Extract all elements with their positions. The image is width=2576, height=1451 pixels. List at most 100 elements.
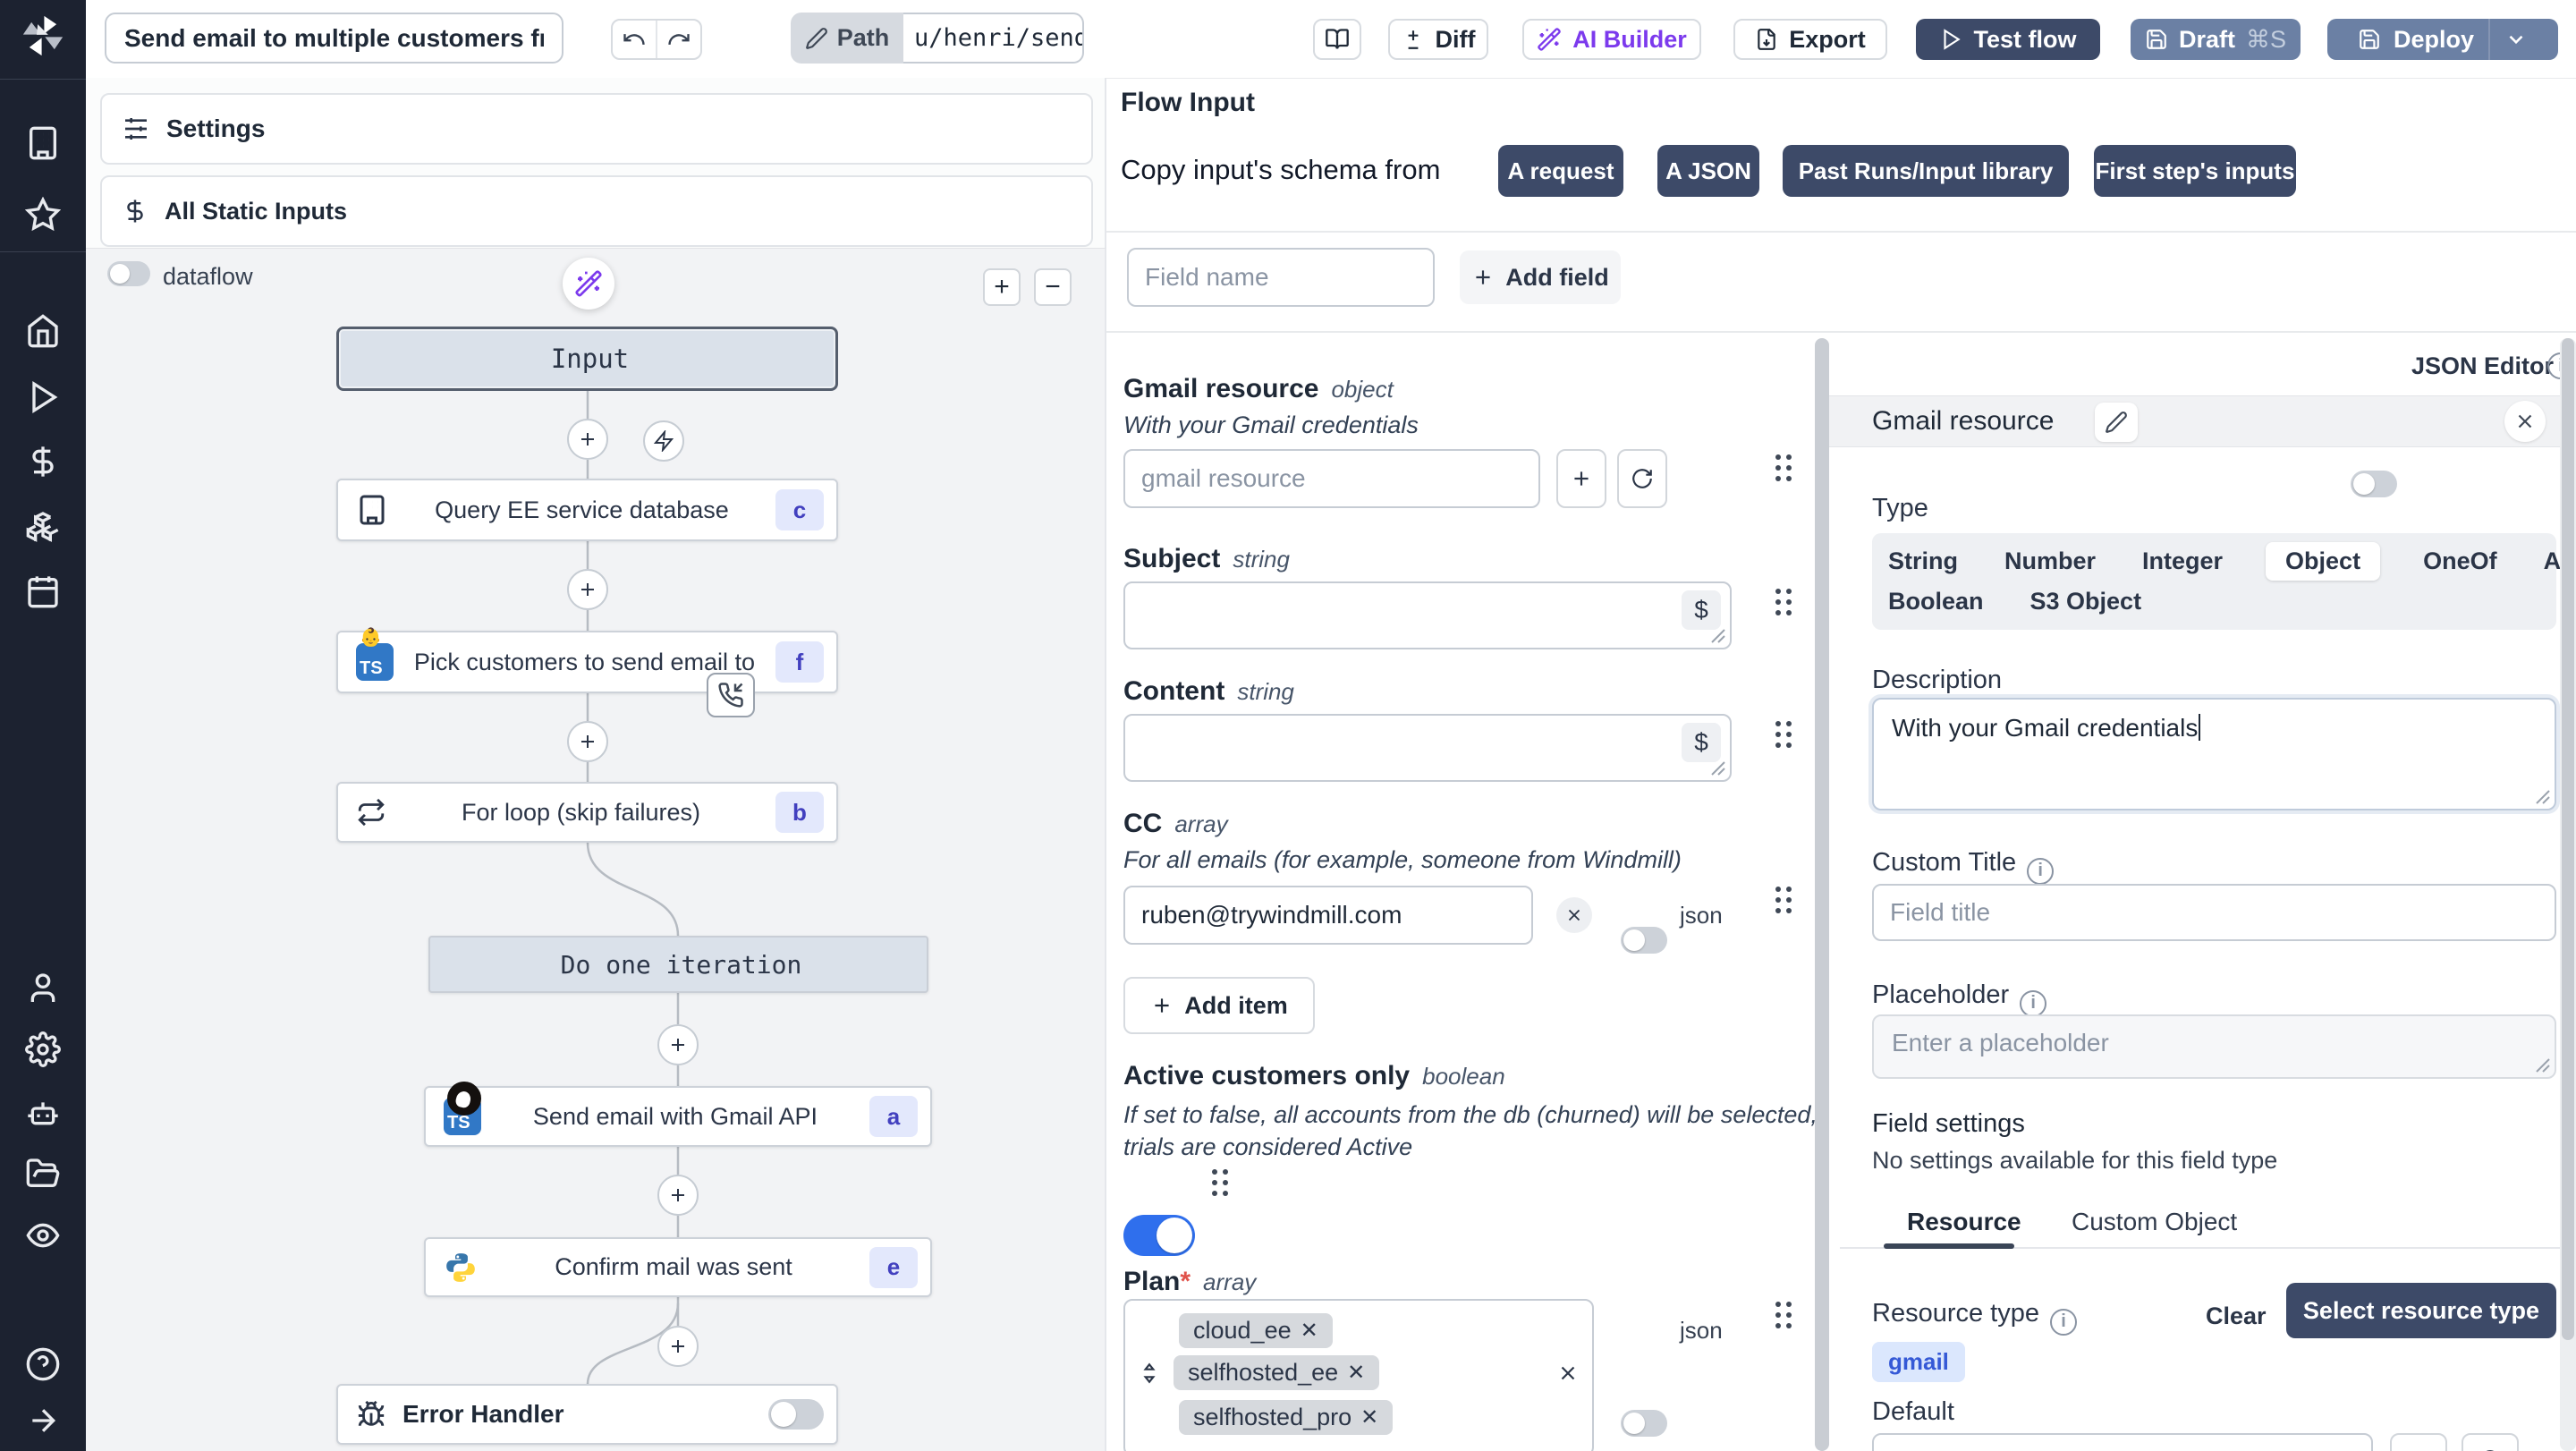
favorites-star-icon[interactable] bbox=[25, 197, 61, 233]
plan-json-toggle[interactable] bbox=[1621, 1410, 1667, 1437]
resize-handle[interactable] bbox=[1711, 761, 1725, 776]
edit-title-button[interactable] bbox=[2095, 403, 2138, 442]
all-static-inputs-row[interactable]: All Static Inputs bbox=[100, 175, 1093, 247]
sort-handle-icon[interactable] bbox=[1138, 1360, 1161, 1387]
audit-eye-icon[interactable] bbox=[25, 1218, 61, 1253]
error-handler-toggle[interactable] bbox=[768, 1399, 824, 1430]
cc-json-toggle[interactable] bbox=[1621, 927, 1667, 954]
node-input[interactable]: Input bbox=[336, 327, 838, 391]
settings-gear-icon[interactable] bbox=[25, 1031, 61, 1067]
add-step-button[interactable] bbox=[657, 1175, 699, 1216]
path-input[interactable] bbox=[903, 13, 1084, 64]
flow-settings-row[interactable]: Settings bbox=[100, 93, 1093, 165]
drag-handle-icon[interactable] bbox=[1773, 1299, 1794, 1331]
draft-button[interactable]: Draft ⌘S bbox=[2131, 19, 2301, 60]
folders-icon[interactable] bbox=[25, 1156, 61, 1192]
workspace-icon[interactable] bbox=[25, 125, 61, 161]
node-pick-customers[interactable]: TS 👶 Pick customers to send email to f bbox=[336, 631, 838, 693]
redo-button[interactable] bbox=[657, 21, 700, 58]
node-for-loop[interactable]: For loop (skip failures) b bbox=[336, 782, 838, 843]
add-step-button[interactable] bbox=[657, 1024, 699, 1065]
tag-pill[interactable]: cloud_ee✕ bbox=[1179, 1313, 1333, 1348]
resources-icon[interactable] bbox=[25, 509, 61, 545]
phone-incoming-icon[interactable] bbox=[707, 673, 755, 717]
add-item-button[interactable]: Add item bbox=[1123, 977, 1315, 1034]
plan-tags-box[interactable]: cloud_ee✕ selfhosted_ee✕ selfhosted_pro✕ bbox=[1123, 1299, 1594, 1451]
type-option-number[interactable]: Number bbox=[2001, 542, 2099, 581]
description-textarea[interactable]: With your Gmail credentials bbox=[1872, 698, 2556, 810]
remove-tag-icon[interactable]: ✕ bbox=[1347, 1360, 1365, 1386]
users-icon[interactable] bbox=[25, 971, 61, 1006]
drag-handle-icon[interactable] bbox=[1773, 718, 1794, 751]
drag-handle-icon[interactable] bbox=[1209, 1167, 1231, 1199]
default-value-input[interactable] bbox=[1872, 1433, 2373, 1451]
node-do-one-iteration[interactable]: Do one iteration bbox=[428, 936, 928, 993]
export-button[interactable]: Export bbox=[1733, 19, 1887, 60]
test-flow-button[interactable]: Test flow bbox=[1916, 19, 2100, 60]
ai-builder-button[interactable]: AI Builder bbox=[1522, 19, 1701, 60]
type-option-string[interactable]: String bbox=[1885, 542, 1962, 581]
placeholder-textarea[interactable]: Enter a placeholder bbox=[1872, 1014, 2556, 1079]
field-name-input[interactable] bbox=[1127, 248, 1435, 307]
trigger-button[interactable] bbox=[643, 420, 684, 462]
home-icon[interactable] bbox=[25, 313, 61, 349]
variables-icon[interactable] bbox=[25, 444, 61, 479]
copy-from-past-runs-button[interactable]: Past Runs/Input library bbox=[1783, 145, 2069, 197]
refresh-resource-button[interactable] bbox=[1617, 449, 1667, 508]
add-field-button[interactable]: Add field bbox=[1460, 250, 1621, 304]
help-icon[interactable] bbox=[25, 1346, 61, 1382]
add-step-button[interactable] bbox=[567, 419, 608, 460]
resize-handle[interactable] bbox=[2536, 790, 2550, 804]
cc-item-input[interactable] bbox=[1123, 886, 1533, 945]
tab-resource[interactable]: Resource bbox=[1907, 1208, 2021, 1236]
clear-array-icon[interactable] bbox=[1556, 1362, 1580, 1385]
drag-handle-icon[interactable] bbox=[1773, 452, 1794, 484]
type-option-boolean[interactable]: Boolean bbox=[1885, 582, 1987, 621]
form-scrollbar[interactable] bbox=[1815, 338, 1829, 1451]
resize-handle[interactable] bbox=[2536, 1058, 2550, 1073]
node-error-handler[interactable]: Error Handler bbox=[336, 1384, 838, 1445]
close-editor-button[interactable] bbox=[2504, 401, 2546, 442]
subject-textarea[interactable]: $ bbox=[1123, 581, 1732, 649]
type-option-oneof[interactable]: OneOf bbox=[2419, 542, 2501, 581]
expand-arrow-icon[interactable] bbox=[25, 1403, 61, 1438]
tab-custom-object[interactable]: Custom Object bbox=[2072, 1208, 2237, 1236]
remove-tag-icon[interactable]: ✕ bbox=[1360, 1404, 1378, 1430]
insert-variable-button[interactable]: $ bbox=[1682, 590, 1721, 630]
runs-icon[interactable] bbox=[25, 379, 61, 415]
copy-from-json-button[interactable]: A JSON bbox=[1657, 145, 1759, 197]
node-confirm-mail[interactable]: Confirm mail was sent e bbox=[424, 1237, 932, 1297]
deploy-button[interactable]: Deploy bbox=[2327, 19, 2558, 60]
info-icon[interactable]: i bbox=[2050, 1309, 2077, 1336]
diff-button[interactable]: Diff bbox=[1388, 19, 1488, 60]
workers-bot-icon[interactable] bbox=[25, 1095, 61, 1131]
add-step-button[interactable] bbox=[567, 569, 608, 610]
copy-from-request-button[interactable]: A request bbox=[1498, 145, 1623, 197]
drag-handle-icon[interactable] bbox=[1773, 884, 1794, 916]
insert-variable-button[interactable]: $ bbox=[1682, 723, 1721, 762]
schedules-calendar-icon[interactable] bbox=[25, 573, 61, 609]
active-customers-toggle[interactable] bbox=[1123, 1215, 1195, 1256]
type-option-s3object[interactable]: S3 Object bbox=[2027, 582, 2146, 621]
docs-button[interactable] bbox=[1313, 19, 1361, 60]
remove-item-button[interactable] bbox=[1556, 897, 1592, 933]
drag-handle-icon[interactable] bbox=[1773, 586, 1794, 618]
tag-pill[interactable]: selfhosted_pro✕ bbox=[1179, 1400, 1393, 1435]
add-resource-button[interactable] bbox=[1556, 449, 1606, 508]
type-option-integer[interactable]: Integer bbox=[2139, 542, 2226, 581]
refresh-default-button[interactable] bbox=[2462, 1433, 2519, 1451]
add-default-button[interactable] bbox=[2390, 1433, 2447, 1451]
custom-title-input[interactable] bbox=[1872, 884, 2556, 941]
editor-scrollbar-thumb[interactable] bbox=[2562, 338, 2574, 1340]
json-editor-toggle[interactable] bbox=[2351, 471, 2397, 497]
select-resource-type-button[interactable]: Select resource type bbox=[2286, 1283, 2556, 1338]
info-icon[interactable]: i bbox=[2027, 858, 2054, 885]
info-icon[interactable]: i bbox=[2020, 990, 2046, 1017]
copy-from-first-step-button[interactable]: First step's inputs bbox=[2094, 145, 2296, 197]
gmail-resource-input[interactable] bbox=[1123, 449, 1540, 508]
type-option-object-selected[interactable]: Object bbox=[2266, 542, 2380, 581]
add-step-button[interactable] bbox=[567, 721, 608, 762]
node-send-email[interactable]: TS Send email with Gmail API a bbox=[424, 1086, 932, 1147]
windmill-logo-icon[interactable] bbox=[18, 11, 68, 61]
resize-handle[interactable] bbox=[1711, 629, 1725, 643]
